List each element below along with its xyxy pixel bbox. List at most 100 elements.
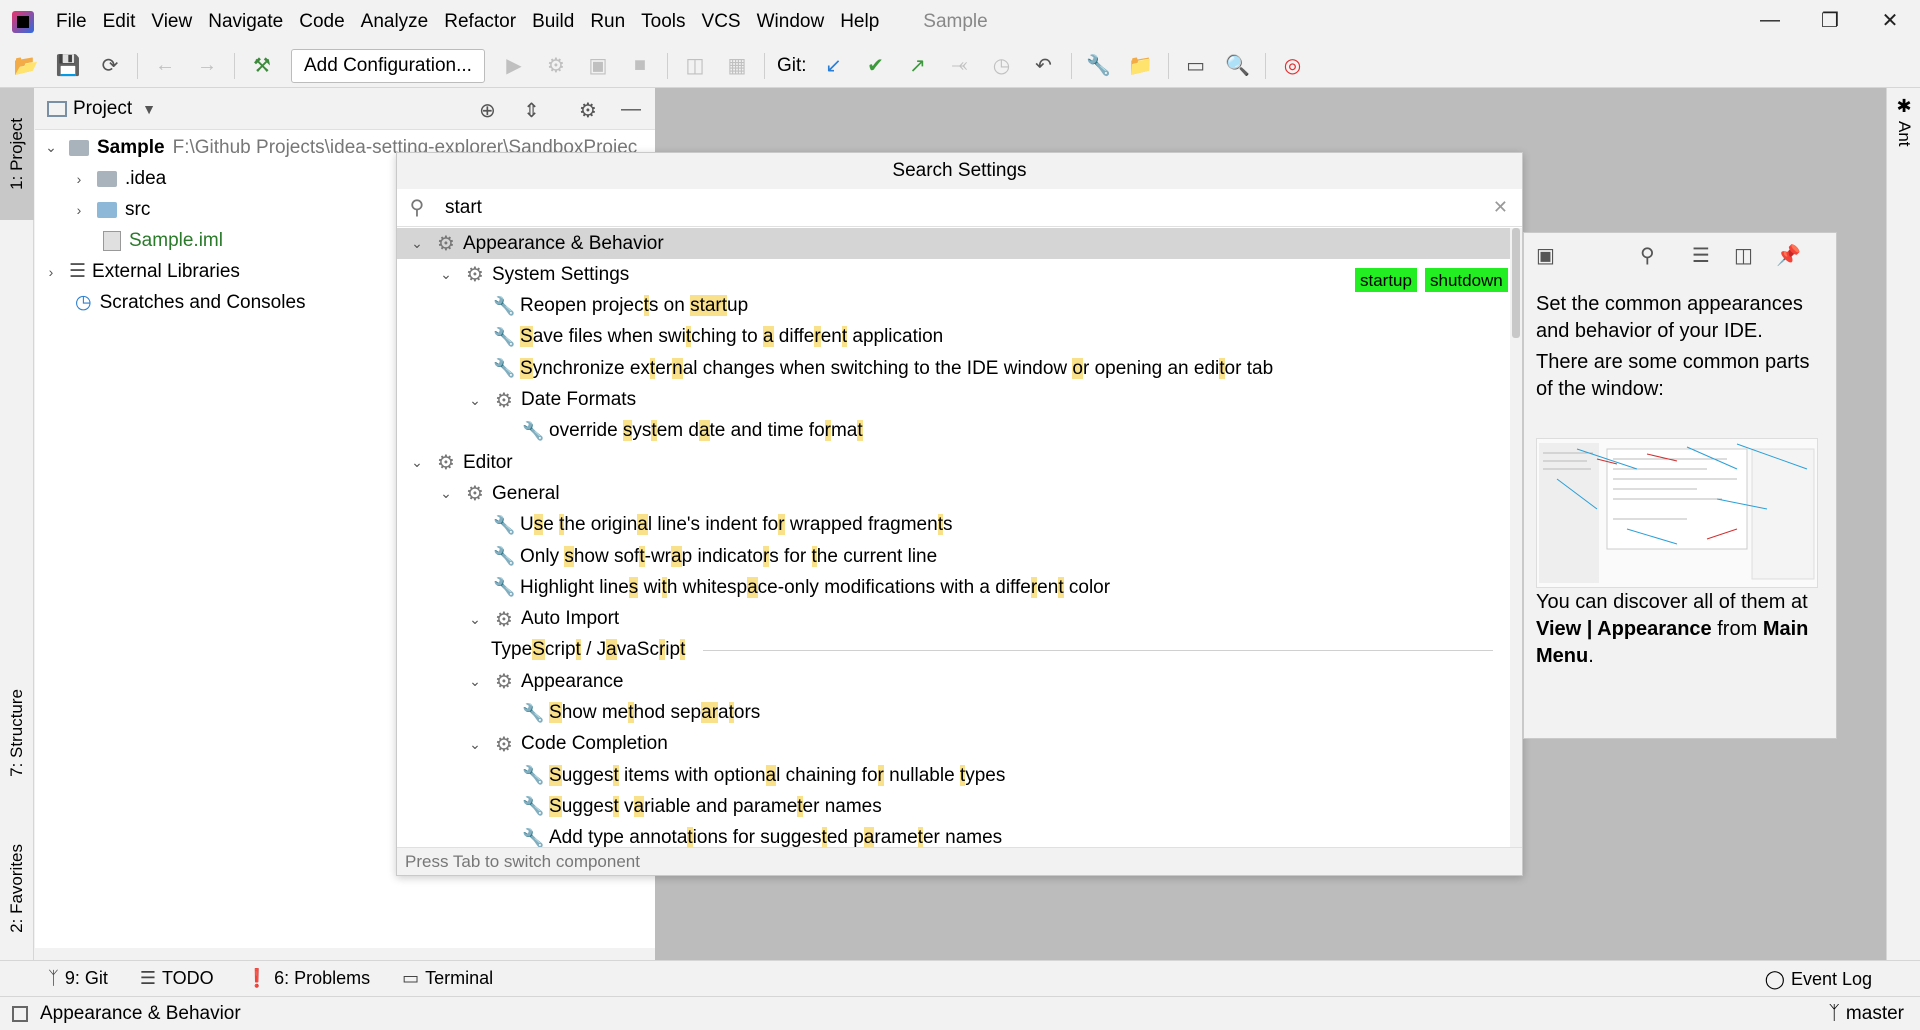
tree-item-src[interactable]: › src xyxy=(69,194,151,225)
settings-wrench-icon[interactable]: 🔧 xyxy=(1085,52,1113,80)
clear-icon[interactable]: ✕ xyxy=(1493,197,1508,218)
minimize-icon[interactable]: — xyxy=(1740,0,1800,40)
columns-icon[interactable]: ◫ xyxy=(1734,243,1753,268)
search-everywhere-icon[interactable]: 🔍 xyxy=(1224,52,1252,80)
chevron-right-icon[interactable]: › xyxy=(69,202,89,218)
menu-analyze[interactable]: Analyze xyxy=(353,0,437,44)
settings-option-row[interactable]: 🔧 Reopen projects on startup xyxy=(397,291,1510,322)
git-rollback-icon[interactable]: ↶ xyxy=(1030,52,1058,80)
save-icon[interactable]: 💾 xyxy=(54,52,82,80)
settings-group-row[interactable]: ⌄ ⚙ System Settings xyxy=(397,259,1510,290)
chevron-right-icon[interactable]: › xyxy=(69,171,89,187)
tool-button-git[interactable]: ᛉ 9: Git xyxy=(48,968,108,989)
window-icon[interactable]: ▣ xyxy=(1536,243,1555,268)
settings-option-row[interactable]: 🔧 Save files when switching to a differen… xyxy=(397,322,1510,353)
expand-arrow-icon[interactable]: ⌄ xyxy=(407,235,427,252)
add-configuration-button[interactable]: Add Configuration... xyxy=(291,48,485,83)
menu-run[interactable]: Run xyxy=(582,0,633,44)
menu-code[interactable]: Code xyxy=(291,0,352,44)
git-commit-icon[interactable]: ✔ xyxy=(862,52,890,80)
results-scrollbar[interactable] xyxy=(1510,228,1522,848)
tool-tab-ant[interactable]: ✱ Ant xyxy=(1887,96,1920,176)
terminal-window-icon[interactable]: ▭ xyxy=(1182,52,1210,80)
settings-group-row[interactable]: ⌄ ⚙ Code Completion xyxy=(397,729,1510,760)
menu-refactor[interactable]: Refactor xyxy=(436,0,524,44)
search-input[interactable] xyxy=(437,190,1457,225)
locate-icon[interactable]: ⊕ xyxy=(479,98,496,123)
git-history-icon[interactable]: ◷ xyxy=(988,52,1016,80)
tool-button-terminal[interactable]: ▭ Terminal xyxy=(402,968,493,989)
menu-tools[interactable]: Tools xyxy=(633,0,693,44)
settings-option-row[interactable]: 🔧 Suggest variable and parameter names xyxy=(397,791,1510,822)
settings-option-row[interactable]: 🔧 Show method separators xyxy=(397,698,1510,729)
tree-item-idea[interactable]: › .idea xyxy=(69,163,167,194)
settings-group-row[interactable]: ⌄ ⚙ Appearance xyxy=(397,666,1510,697)
menu-build[interactable]: Build xyxy=(524,0,582,44)
expand-arrow-icon[interactable]: ⌄ xyxy=(436,266,456,283)
profiler-icon[interactable]: ▦ xyxy=(723,52,751,80)
expand-arrow-icon[interactable]: ⌄ xyxy=(41,139,61,156)
build-hammer-icon[interactable]: ⚒ xyxy=(248,52,276,80)
chevron-down-icon[interactable]: ▼ xyxy=(142,101,156,117)
open-folder-icon[interactable]: 📂 xyxy=(12,52,40,80)
settings-group-row[interactable]: ⌄ ⚙ General xyxy=(397,478,1510,509)
settings-option-row[interactable]: TypeScript / JavaScript xyxy=(397,635,1510,666)
tool-tab-favorites[interactable]: 2: Favorites xyxy=(0,818,34,958)
menu-vcs[interactable]: VCS xyxy=(694,0,749,44)
settings-group-row[interactable]: ⌄ ⚙ Auto Import xyxy=(397,604,1510,635)
settings-option-row[interactable]: 🔧 Add type annotations for suggested para… xyxy=(397,823,1510,848)
forward-icon[interactable]: → xyxy=(193,52,221,80)
restore-icon[interactable]: ❐ xyxy=(1800,0,1860,40)
expand-arrow-icon[interactable]: ⌄ xyxy=(407,454,427,471)
settings-group-row[interactable]: ⌄ ⚙ Appearance & Behavior xyxy=(397,228,1510,259)
menu-window[interactable]: Window xyxy=(749,0,833,44)
settings-option-row[interactable]: 🔧 override system date and time format xyxy=(397,416,1510,447)
expand-arrow-icon[interactable]: ⌄ xyxy=(465,673,485,690)
tree-item-external-libraries[interactable]: › ☰ External Libraries xyxy=(41,256,240,287)
settings-group-row[interactable]: ⌄ ⚙ Date Formats xyxy=(397,385,1510,416)
run-icon[interactable]: ▶ xyxy=(500,52,528,80)
pin-icon[interactable]: 📌 xyxy=(1776,243,1801,268)
settings-option-row[interactable]: 🔧 Highlight lines with whitespace-only mo… xyxy=(397,572,1510,603)
expand-arrow-icon[interactable]: ⌄ xyxy=(436,485,456,502)
sync-icon[interactable]: ⟳ xyxy=(96,52,124,80)
chevron-right-icon[interactable]: › xyxy=(41,264,61,280)
expand-arrow-icon[interactable]: ⌄ xyxy=(465,736,485,753)
tool-button-problems[interactable]: ❗ 6: Problems xyxy=(246,968,370,989)
git-update-icon[interactable]: ↙ xyxy=(820,52,848,80)
expand-arrow-icon[interactable]: ⌄ xyxy=(465,392,485,409)
menu-file[interactable]: File xyxy=(48,0,95,44)
attach-debugger-icon[interactable]: ◫ xyxy=(681,52,709,80)
tool-button-event-log[interactable]: ◯ Event Log xyxy=(1765,961,1872,997)
expand-arrow-icon[interactable]: ⌄ xyxy=(465,611,485,628)
git-branch-widget[interactable]: ᛉ master xyxy=(1829,997,1904,1030)
tree-item-sample-iml[interactable]: Sample.iml xyxy=(97,225,223,256)
collapse-all-icon[interactable]: ⇕ xyxy=(523,98,540,123)
settings-option-row[interactable]: 🔧 Use the original line's indent for wrap… xyxy=(397,510,1510,541)
tool-button-todo[interactable]: ☰ TODO xyxy=(140,968,214,989)
coverage-icon[interactable]: ▣ xyxy=(584,52,612,80)
project-structure-icon[interactable]: 📁 xyxy=(1127,52,1155,80)
gear-icon[interactable]: ⚙ xyxy=(579,98,597,123)
tool-tab-structure[interactable]: 7: Structure xyxy=(0,668,34,798)
zoom-search-icon[interactable]: ⚲ xyxy=(1640,243,1655,268)
menu-view[interactable]: View xyxy=(143,0,200,44)
plugin-target-icon[interactable]: ◎ xyxy=(1279,52,1307,80)
project-view-title[interactable]: Project xyxy=(73,98,132,120)
menu-edit[interactable]: Edit xyxy=(95,0,144,44)
scroll-thumb[interactable] xyxy=(1512,228,1520,338)
list-icon[interactable]: ☰ xyxy=(1692,243,1710,268)
git-merge-icon[interactable]: ⤛ xyxy=(946,52,974,80)
hide-panel-icon[interactable]: — xyxy=(621,98,641,121)
menu-help[interactable]: Help xyxy=(832,0,887,44)
settings-option-row[interactable]: 🔧 Only show soft-wrap indicators for the … xyxy=(397,541,1510,572)
git-push-icon[interactable]: ↗ xyxy=(904,52,932,80)
tree-item-scratches[interactable]: ◷ Scratches and Consoles xyxy=(69,287,306,318)
stop-icon[interactable]: ■ xyxy=(626,52,654,80)
settings-option-row[interactable]: 🔧 Suggest items with optional chaining fo… xyxy=(397,760,1510,791)
tool-tab-project[interactable]: 1: Project xyxy=(0,88,34,220)
status-square-icon[interactable] xyxy=(12,1005,28,1022)
debug-icon[interactable]: ⚙ xyxy=(542,52,570,80)
menu-navigate[interactable]: Navigate xyxy=(200,0,291,44)
back-icon[interactable]: ← xyxy=(151,52,179,80)
